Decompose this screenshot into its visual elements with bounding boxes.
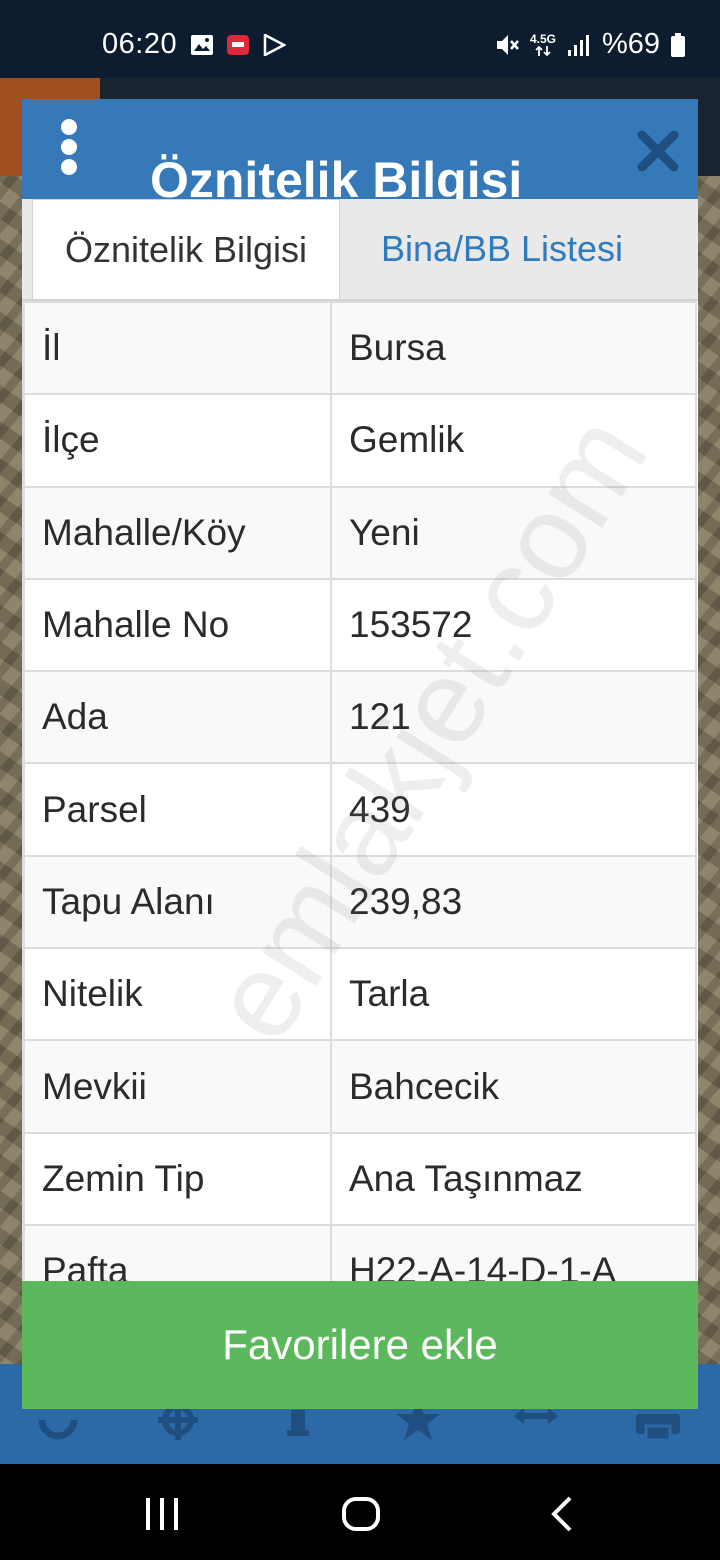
more-menu-icon[interactable] — [60, 119, 78, 175]
attribute-value: 439 — [330, 762, 697, 857]
data-arrows-icon: 4.5G — [530, 33, 556, 57]
attribute-value: Bahcecik — [330, 1039, 697, 1134]
close-icon[interactable] — [636, 129, 680, 173]
attribute-value: 239,83 — [330, 854, 697, 950]
attribute-value: Ana Taşınmaz — [330, 1131, 697, 1226]
table-row: Mahalle No 153572 — [23, 577, 697, 673]
attribute-value: H22-A-14-D-1-A — [330, 1223, 697, 1281]
image-icon — [191, 35, 213, 55]
status-time: 06:20 — [102, 28, 178, 60]
table-row: Nitelik Tarla — [23, 947, 697, 1042]
tab-attribute-info[interactable]: Öznitelik Bilgisi — [32, 199, 340, 299]
attribute-value: 121 — [330, 670, 697, 765]
attribute-dialog: Öznitelik Bilgisi Öznitelik Bilgisi Bina… — [22, 99, 698, 1409]
attribute-key: Tapu Alanı — [23, 854, 332, 950]
attribute-value: Gemlik — [330, 393, 697, 488]
back-icon[interactable] — [548, 1494, 578, 1534]
attribute-key: Parsel — [23, 762, 332, 857]
table-row: Pafta H22-A-14-D-1-A — [23, 1223, 697, 1281]
attribute-table: İl Bursa İlçe Gemlik Mahalle/Köy Yeni Mahalle … — [22, 301, 698, 1281]
attribute-value: 153572 — [330, 577, 697, 673]
attribute-key: İlçe — [23, 393, 332, 488]
table-row: Mevkii Bahcecik — [23, 1039, 697, 1134]
status-bar: 06:20 4.5G %69 — [0, 0, 720, 78]
mute-icon — [496, 34, 519, 55]
attribute-key: İl — [23, 301, 332, 396]
table-row: Mahalle/Köy Yeni — [23, 485, 697, 580]
network-type: 4.5G — [529, 31, 556, 46]
attribute-value: Bursa — [330, 301, 697, 396]
attribute-value: Yeni — [330, 485, 697, 580]
tab-building-list[interactable]: Bina/BB Listesi — [342, 199, 662, 299]
dialog-header: Öznitelik Bilgisi — [22, 99, 698, 199]
table-row: İlçe Gemlik — [23, 393, 697, 488]
battery-percent: %69 — [601, 28, 660, 60]
gallery-app-icon — [227, 35, 249, 55]
signal-icon — [567, 34, 589, 56]
table-row: Parsel 439 — [23, 762, 697, 857]
home-icon[interactable] — [341, 1494, 381, 1534]
attribute-value: Tarla — [330, 947, 697, 1042]
attribute-key: Pafta — [23, 1223, 332, 1281]
attribute-key: Mahalle/Köy — [23, 485, 332, 580]
attribute-key: Ada — [23, 670, 332, 765]
dialog-title: Öznitelik Bilgisi — [150, 152, 523, 199]
table-row: Ada 121 — [23, 670, 697, 765]
dialog-tabs: Öznitelik Bilgisi Bina/BB Listesi — [22, 199, 698, 301]
table-row: İl Bursa — [23, 301, 697, 396]
attribute-key: Nitelik — [23, 947, 332, 1042]
recent-apps-icon[interactable] — [144, 1494, 180, 1534]
attribute-key: Mevkii — [23, 1039, 332, 1134]
attribute-key: Mahalle No — [23, 577, 332, 673]
attribute-key: Zemin Tip — [23, 1131, 332, 1226]
table-row: Zemin Tip Ana Taşınmaz — [23, 1131, 697, 1226]
play-store-icon — [263, 34, 286, 56]
table-row: Tapu Alanı 239,83 — [23, 854, 697, 950]
battery-icon — [671, 32, 685, 57]
status-right: 4.5G %69 — [494, 28, 686, 61]
add-favorite-button[interactable]: Favorilere ekle — [22, 1281, 698, 1409]
notification-icons — [190, 34, 286, 56]
